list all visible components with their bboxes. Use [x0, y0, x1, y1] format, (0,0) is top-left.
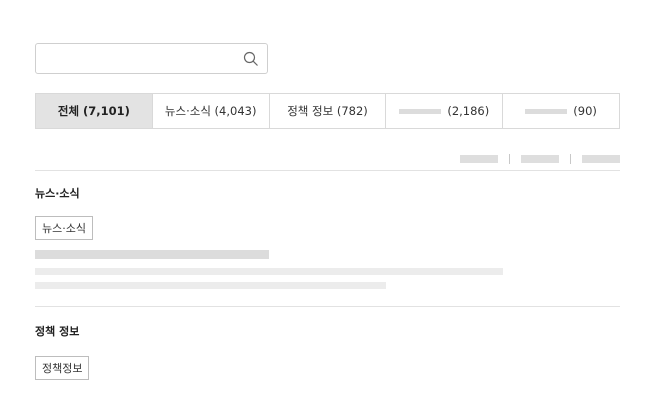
section-title-policy: 정책 정보 — [35, 325, 80, 338]
tab-category-4[interactable]: (2,186) — [385, 94, 503, 128]
tab-policy[interactable]: 정책 정보 (782) — [268, 94, 386, 128]
result-snippet-placeholder — [35, 268, 503, 275]
result-title-placeholder[interactable] — [35, 250, 269, 259]
sort-option-1[interactable] — [460, 155, 498, 163]
section-title-news: 뉴스·소식 — [35, 187, 80, 200]
tab-policy-label: 정책 정보 (782) — [287, 104, 368, 118]
tab-label-placeholder — [525, 108, 568, 114]
sort-option-3[interactable] — [582, 155, 620, 163]
section-divider — [35, 306, 620, 307]
policy-chip[interactable]: 정책정보 — [35, 356, 90, 380]
tab-all[interactable]: 전체 (7,101) — [36, 94, 152, 128]
tab-news-label: 뉴스·소식 (4,043) — [164, 104, 257, 118]
tab-label-placeholder — [399, 108, 442, 114]
sort-separator — [570, 154, 571, 164]
result-snippet-placeholder — [35, 282, 386, 289]
tab-news[interactable]: 뉴스·소식 (4,043) — [151, 94, 269, 128]
search-input[interactable] — [44, 49, 238, 71]
sort-option-2[interactable] — [521, 155, 559, 163]
sort-options — [460, 154, 620, 164]
tab-category-5[interactable]: (90) — [502, 94, 619, 128]
category-tabs: 전체 (7,101) 뉴스·소식 (4,043) 정책 정보 (782) (2,… — [35, 93, 620, 129]
section-divider — [35, 170, 620, 171]
news-chip[interactable]: 뉴스·소식 — [35, 216, 93, 240]
tab-category-4-count: (2,186) — [447, 104, 490, 118]
tab-category-5-count: (90) — [573, 104, 597, 118]
sort-separator — [509, 154, 510, 164]
search-box[interactable] — [35, 43, 268, 74]
tab-all-label: 전체 (7,101) — [57, 104, 130, 118]
search-icon[interactable] — [243, 51, 259, 67]
